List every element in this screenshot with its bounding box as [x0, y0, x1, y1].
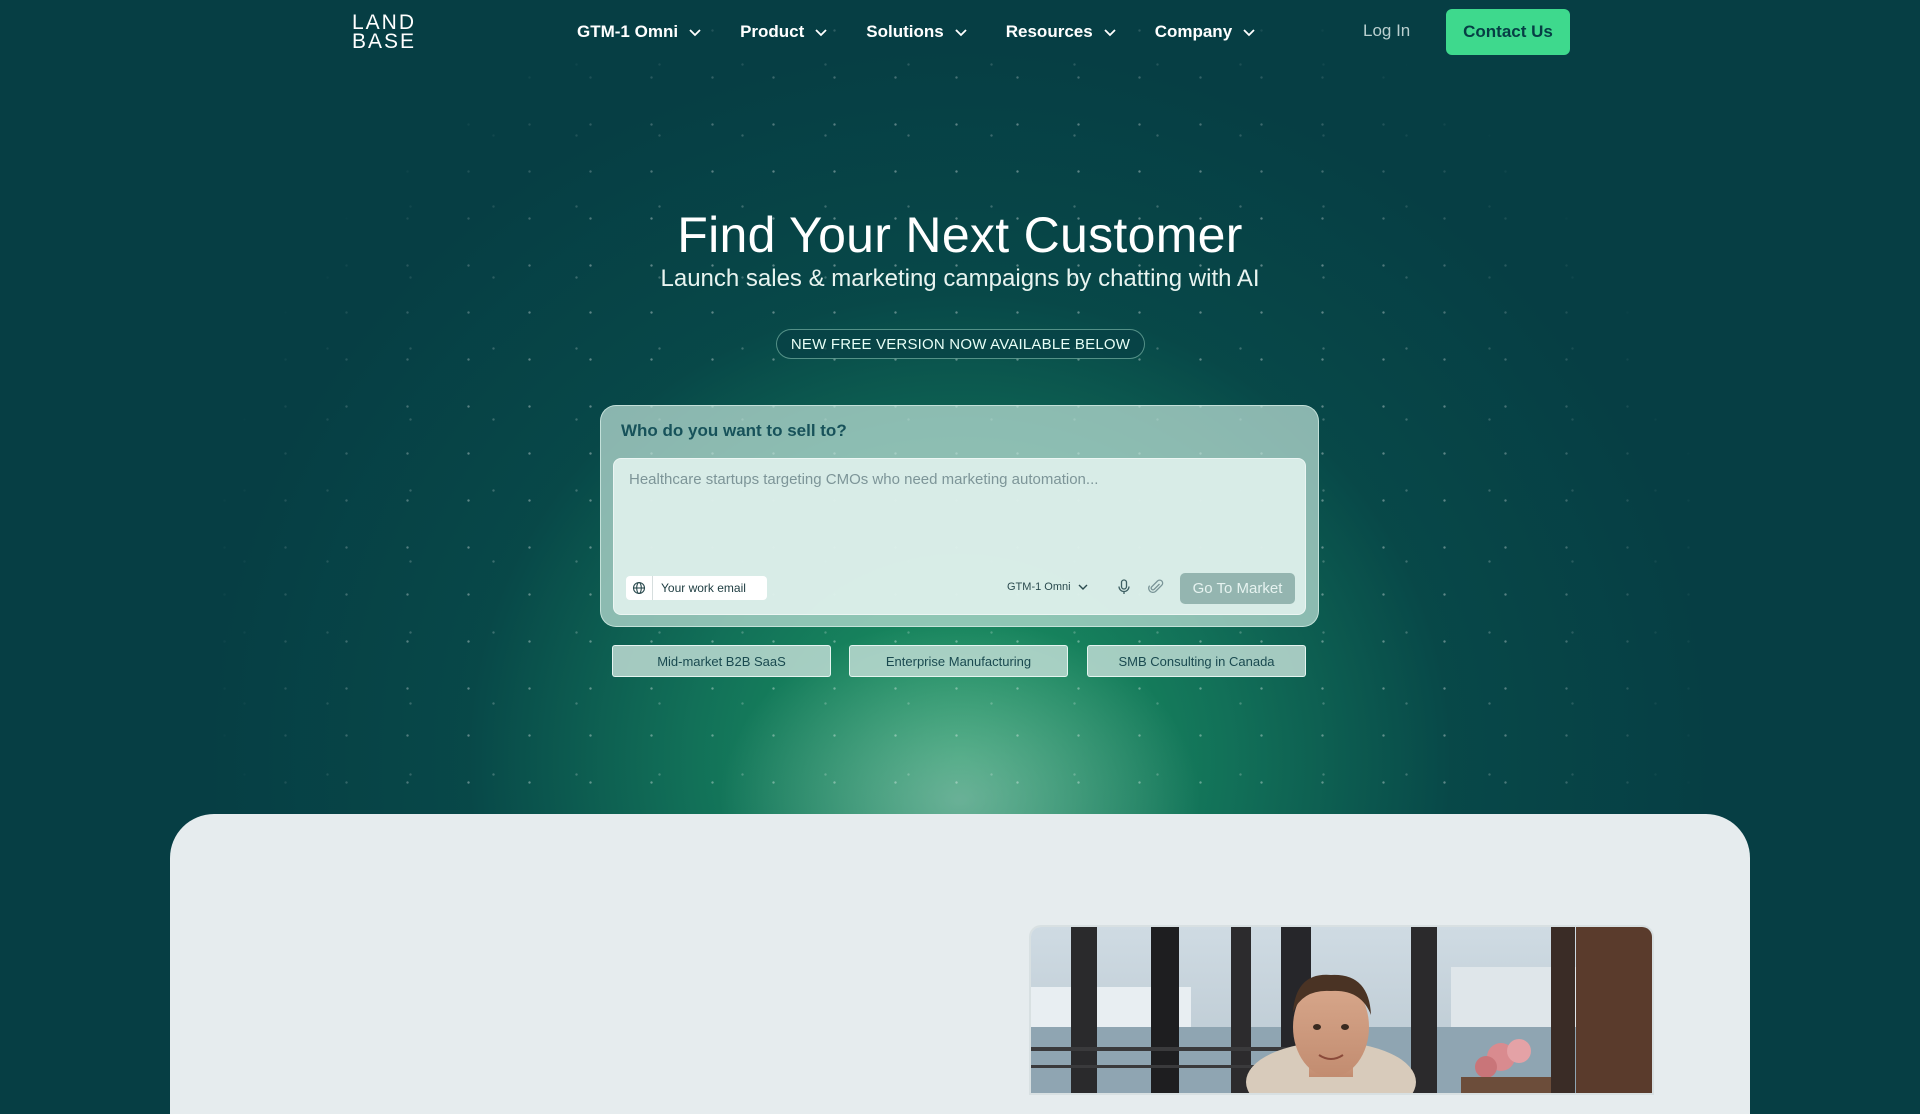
- landbase-logo[interactable]: LAND BASE: [352, 12, 422, 53]
- chevron-down-icon: [1078, 584, 1088, 590]
- model-selector-label: GTM-1 Omni: [1007, 581, 1071, 593]
- work-email-placeholder: Your work email: [661, 581, 746, 595]
- chat-prompt-card: Who do you want to sell to? Healthcare s…: [600, 405, 1319, 627]
- nav-item-solutions[interactable]: Solutions: [866, 0, 967, 64]
- free-version-badge: NEW FREE VERSION NOW AVAILABLE BELOW: [776, 329, 1145, 359]
- nav-item-company[interactable]: Company: [1155, 0, 1256, 64]
- model-selector[interactable]: GTM-1 Omni: [1007, 581, 1089, 593]
- logo-line-2: BASE: [352, 30, 417, 53]
- hero-title: Find Your Next Customer: [677, 207, 1243, 263]
- prompt-label: Who do you want to sell to?: [621, 421, 847, 440]
- nav-item-label: Resources: [1005, 22, 1093, 41]
- paperclip-icon[interactable]: [1147, 578, 1165, 596]
- suggestion-chip[interactable]: Mid-market B2B SaaS: [612, 645, 831, 677]
- globe-icon: [626, 576, 653, 600]
- hero-subtitle: Launch sales & marketing campaigns by ch…: [660, 265, 1260, 292]
- nav-item-label: Company: [1154, 22, 1233, 41]
- chevron-down-icon: [1243, 29, 1255, 37]
- chevron-down-icon: [955, 29, 967, 37]
- nav-item-gtm1-omni[interactable]: GTM-1 Omni: [577, 0, 702, 64]
- chevron-down-icon: [1104, 29, 1116, 37]
- chevron-down-icon: [815, 29, 827, 37]
- suggestion-chips: Mid-market B2B SaaS Enterprise Manufactu…: [612, 645, 1309, 679]
- prompt-textarea[interactable]: Healthcare startups targeting CMOs who n…: [613, 458, 1306, 615]
- microphone-icon[interactable]: [1115, 578, 1133, 596]
- nav-menu: GTM-1 Omni Product Solutions Resources C…: [577, 0, 1294, 64]
- work-email-input[interactable]: Your work email: [626, 576, 767, 600]
- nav-item-label: Solutions: [866, 22, 944, 41]
- prompt-placeholder: Healthcare startups targeting CMOs who n…: [629, 471, 1099, 488]
- nav-item-resources[interactable]: Resources: [1006, 0, 1117, 64]
- video-thumbnail-image: [1031, 927, 1652, 1093]
- login-link[interactable]: Log In: [1363, 21, 1410, 41]
- nav-item-label: Product: [740, 22, 805, 41]
- top-navigation: LAND BASE GTM-1 Omni Product Solutions R…: [0, 0, 1920, 64]
- contact-us-button[interactable]: Contact Us: [1446, 9, 1570, 55]
- nav-item-label: GTM-1 Omni: [577, 22, 679, 41]
- chevron-down-icon: [689, 29, 701, 37]
- nav-item-product[interactable]: Product: [740, 0, 828, 64]
- go-to-market-button[interactable]: Go To Market: [1180, 573, 1295, 604]
- suggestion-chip[interactable]: SMB Consulting in Canada: [1087, 645, 1306, 677]
- demo-video-thumbnail[interactable]: [1029, 925, 1654, 1095]
- suggestion-chip[interactable]: Enterprise Manufacturing: [849, 645, 1068, 677]
